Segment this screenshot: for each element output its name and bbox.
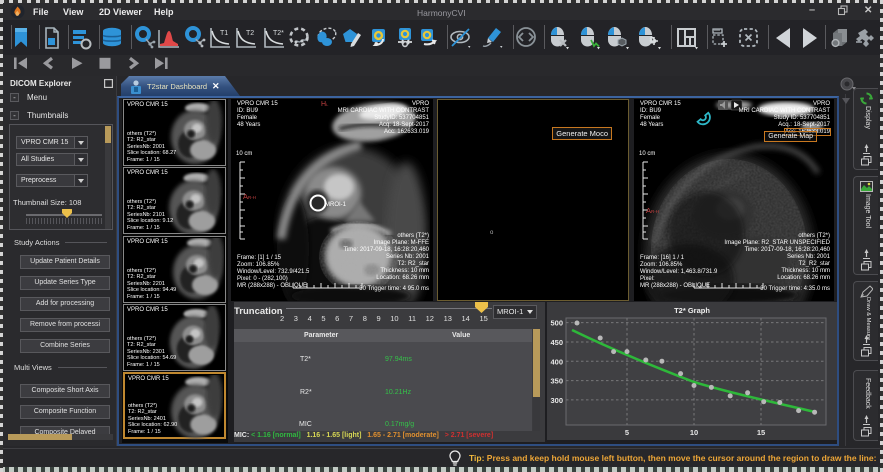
svg-text:T1: T1 <box>220 30 228 37</box>
svg-text:500: 500 <box>550 319 563 328</box>
svg-text:5: 5 <box>625 428 629 437</box>
svg-text:T2: T2 <box>246 30 254 37</box>
svg-text:450: 450 <box>550 338 563 347</box>
svg-text:400: 400 <box>550 357 563 366</box>
svg-text:10: 10 <box>690 428 698 437</box>
svg-text:15: 15 <box>757 428 765 437</box>
svg-text:T2*: T2* <box>273 30 284 37</box>
svg-text:350: 350 <box>550 377 563 386</box>
svg-text:300: 300 <box>550 396 563 405</box>
